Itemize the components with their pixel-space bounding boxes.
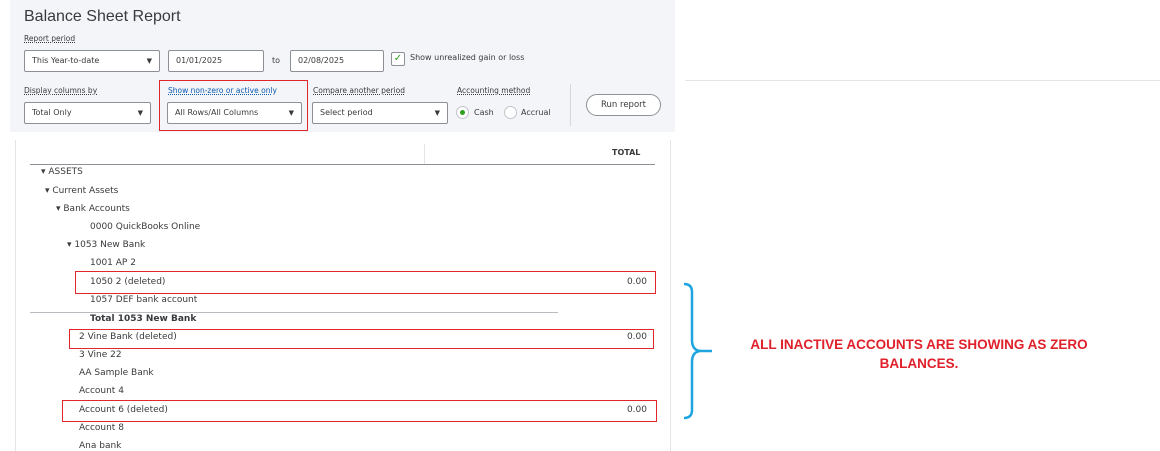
chevron-down-icon: ▼: [434, 109, 440, 117]
annotation-line-1: ALL INACTIVE ACCOUNTS ARE SHOWING AS ZER…: [750, 337, 1088, 352]
page-title: Balance Sheet Report: [24, 8, 181, 25]
total-underline: [30, 312, 558, 313]
compare-period-value: Select period: [320, 108, 373, 117]
total-column-header: TOTAL: [612, 148, 641, 157]
report-period-value: This Year-to-date: [32, 56, 100, 65]
display-columns-label: Display columns by: [24, 86, 98, 95]
nonzero-filter-highlight: [159, 80, 308, 131]
row-current-assets[interactable]: ▾ Current Assets: [45, 186, 118, 196]
row-bank-accounts[interactable]: ▾ Bank Accounts: [56, 204, 130, 214]
accrual-label: Accrual: [521, 108, 551, 117]
chevron-down-icon: ▼: [146, 57, 152, 65]
highlight-1050-deleted: [75, 271, 656, 294]
highlight-2-vine-bank-deleted: [69, 329, 654, 349]
display-columns-select[interactable]: Total Only ▼: [24, 102, 151, 124]
filter-divider: [570, 84, 571, 126]
column-separator: [424, 144, 425, 164]
row-quickbooks-online: 0000 QuickBooks Online: [90, 222, 201, 232]
accrual-radio[interactable]: [504, 106, 517, 119]
report-divider-line: [685, 80, 1160, 81]
row-ana-bank: Ana bank: [79, 441, 122, 451]
highlight-account-6-deleted: [62, 400, 657, 422]
report-period-select[interactable]: This Year-to-date ▼: [24, 50, 160, 72]
row-assets[interactable]: ▾ ASSETS: [41, 167, 83, 177]
from-date-value: 01/01/2025: [176, 56, 223, 65]
run-report-button[interactable]: Run report: [586, 94, 661, 116]
header-underline: [30, 164, 655, 165]
annotation-text: ALL INACTIVE ACCOUNTS ARE SHOWING AS ZER…: [724, 335, 1114, 373]
row-total-1053-new-bank: Total 1053 New Bank: [90, 314, 197, 324]
row-aa-sample-bank: AA Sample Bank: [79, 368, 154, 378]
from-date-input[interactable]: 01/01/2025: [168, 50, 264, 72]
row-account-8: Account 8: [79, 423, 124, 433]
to-date-input[interactable]: 02/08/2025: [290, 50, 384, 72]
report-period-label: Report period: [24, 34, 76, 43]
row-account-4: Account 4: [79, 386, 124, 396]
cash-radio[interactable]: [456, 106, 469, 119]
unrealized-gain-label: Show unrealized gain or loss: [410, 53, 525, 62]
compare-period-select[interactable]: Select period ▼: [312, 102, 448, 124]
unrealized-gain-checkbox[interactable]: ✓: [391, 52, 405, 66]
bracket-icon: [683, 282, 712, 420]
row-1053-new-bank[interactable]: ▾ 1053 New Bank: [67, 240, 145, 250]
display-columns-value: Total Only: [32, 108, 72, 117]
compare-period-label: Compare another period: [313, 86, 406, 95]
chevron-down-icon: ▼: [137, 109, 143, 117]
row-1001-ap2: 1001 AP 2: [90, 258, 136, 268]
accounting-method-label: Accounting method: [457, 86, 531, 95]
annotation-line-2: BALANCES.: [879, 356, 959, 371]
cash-label: Cash: [474, 108, 494, 117]
to-label: to: [272, 56, 281, 65]
to-date-value: 02/08/2025: [298, 56, 345, 65]
row-3-vine-22: 3 Vine 22: [79, 350, 122, 360]
row-1057-def-bank: 1057 DEF bank account: [90, 295, 198, 305]
